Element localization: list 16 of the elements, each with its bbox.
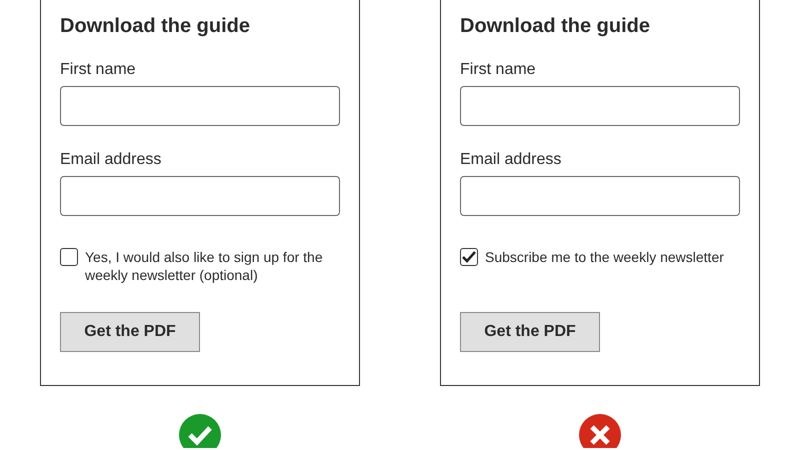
input-field[interactable] (60, 86, 340, 126)
checkbox-label: Subscribe me to the weekly newsletter (485, 248, 725, 266)
field-label: First name (460, 60, 536, 80)
field-label: Email address (60, 150, 162, 170)
checkbox[interactable] (60, 248, 78, 266)
input-field[interactable] (460, 176, 740, 216)
get-pdf-button[interactable]: Get the PDF (60, 312, 200, 352)
checkbox[interactable] (460, 248, 478, 266)
form-title: Download the guide (60, 14, 250, 38)
input-field[interactable] (60, 176, 340, 216)
field-label: Email address (460, 150, 562, 170)
get-pdf-button[interactable]: Get the PDF (460, 312, 600, 352)
input-field[interactable] (460, 86, 740, 126)
field-label: First name (60, 60, 136, 80)
form-title: Download the guide (460, 14, 650, 38)
checkbox-label: Yes, I would also like to sign up for the weekly newsletter (optional) (85, 248, 324, 284)
